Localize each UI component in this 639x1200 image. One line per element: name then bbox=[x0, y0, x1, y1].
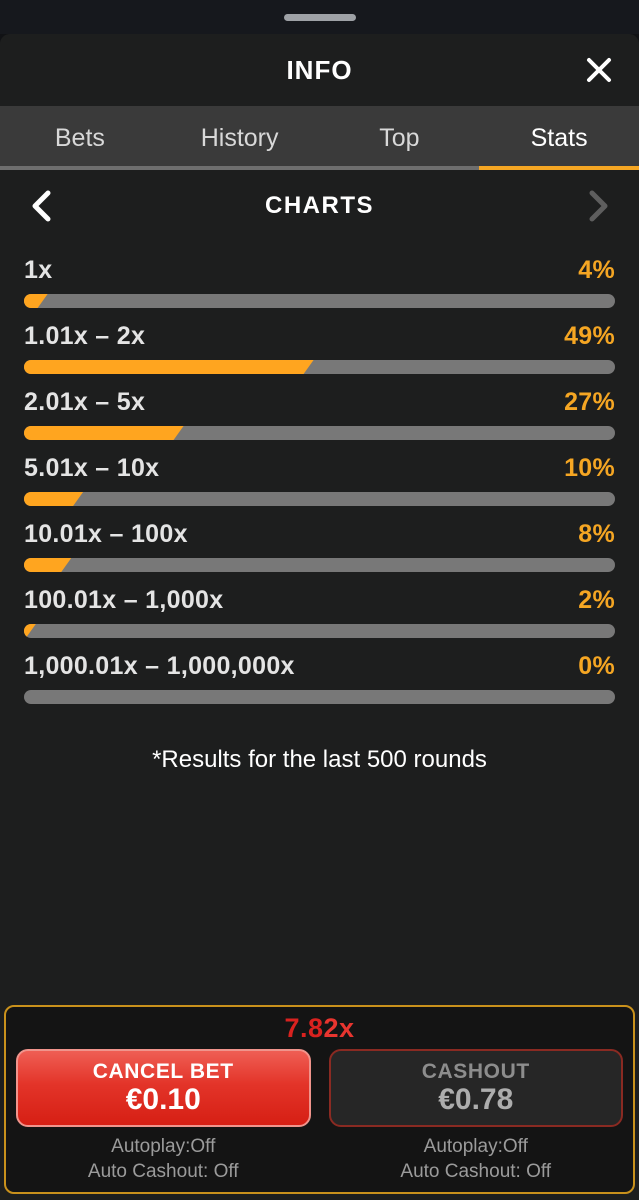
cancel-bet-label: CANCEL BET bbox=[92, 1060, 234, 1084]
bet-panel: 7.82x CANCEL BET €0.10 Autoplay:Off Auto… bbox=[4, 1004, 635, 1194]
stat-progress-track bbox=[24, 558, 615, 572]
stat-row: 10.01x – 100x 8% bbox=[24, 506, 615, 572]
stat-row-header: 2.01x – 5x 27% bbox=[24, 388, 615, 417]
stat-row-header: 5.01x – 10x 10% bbox=[24, 454, 615, 483]
stat-row-header: 1x 4% bbox=[24, 256, 615, 285]
stat-range-label: 5.01x – 10x bbox=[24, 454, 160, 482]
stats-bar-list: 1x 4% 1.01x – 2x 49% 2.01x – 5x 27% 5.01… bbox=[0, 242, 639, 704]
stat-row: 1,000.01x – 1,000,000x 0% bbox=[24, 638, 615, 704]
close-button[interactable] bbox=[579, 50, 619, 90]
tab-history[interactable]: History bbox=[159, 106, 320, 170]
bet-column-left: CANCEL BET €0.10 Autoplay:Off Auto Casho… bbox=[16, 1048, 311, 1184]
stat-row: 5.01x – 10x 10% bbox=[24, 440, 615, 506]
cancel-bet-button[interactable]: CANCEL BET €0.10 bbox=[16, 1048, 311, 1127]
stat-progress-fill bbox=[24, 492, 83, 506]
stat-progress-track bbox=[24, 492, 615, 506]
stat-row: 1x 4% bbox=[24, 242, 615, 308]
cashout-amount: €0.78 bbox=[438, 1083, 514, 1117]
drag-handle-icon[interactable] bbox=[283, 13, 356, 21]
tab-underline-active bbox=[479, 166, 639, 170]
stat-percent-value: 10% bbox=[564, 454, 615, 482]
stat-range-label: 100.01x – 1,000x bbox=[24, 586, 224, 614]
left-autoplay-status: Autoplay:Off bbox=[111, 1135, 216, 1157]
modal-header: INFO bbox=[0, 34, 639, 106]
tab-top[interactable]: Top bbox=[319, 106, 480, 170]
chevron-right-icon bbox=[589, 190, 608, 222]
charts-heading: CHARTS bbox=[265, 192, 374, 219]
tab-underline bbox=[159, 166, 320, 170]
tab-stats-label: Stats bbox=[530, 123, 588, 152]
cancel-bet-amount: €0.10 bbox=[125, 1083, 201, 1117]
cashout-label: CASHOUT bbox=[421, 1060, 530, 1084]
stat-range-label: 2.01x – 5x bbox=[24, 388, 146, 416]
tab-bets[interactable]: Bets bbox=[0, 106, 160, 170]
stat-percent-value: 49% bbox=[564, 322, 615, 350]
stat-progress-fill bbox=[24, 426, 184, 440]
stat-progress-fill bbox=[24, 294, 48, 308]
bet-columns: CANCEL BET €0.10 Autoplay:Off Auto Casho… bbox=[16, 1048, 623, 1184]
stat-percent-value: 0% bbox=[578, 652, 615, 680]
current-multiplier: 7.82x bbox=[16, 1013, 623, 1044]
charts-nav: CHARTS bbox=[0, 170, 639, 242]
stat-progress-fill bbox=[24, 624, 36, 638]
stat-percent-value: 2% bbox=[578, 586, 615, 614]
stats-panel: CHARTS 1x 4% 1.01x – 2x 49% 2.01x – 5x 2… bbox=[0, 170, 639, 1200]
charts-next-button[interactable] bbox=[575, 184, 619, 228]
left-auto-settings[interactable]: Autoplay:Off Auto Cashout: Off bbox=[88, 1134, 239, 1184]
cashout-button[interactable]: CASHOUT €0.78 bbox=[328, 1048, 623, 1127]
close-icon bbox=[587, 58, 611, 82]
stat-progress-track bbox=[24, 426, 615, 440]
results-footnote: *Results for the last 500 rounds bbox=[152, 746, 487, 773]
chevron-left-icon bbox=[32, 190, 51, 222]
stat-row-header: 10.01x – 100x 8% bbox=[24, 520, 615, 549]
stat-row-header: 1.01x – 2x 49% bbox=[24, 322, 615, 351]
stat-row-header: 100.01x – 1,000x 2% bbox=[24, 586, 615, 615]
stat-progress-track bbox=[24, 294, 615, 308]
right-auto-settings[interactable]: Autoplay:Off Auto Cashout: Off bbox=[400, 1134, 551, 1184]
stat-percent-value: 27% bbox=[564, 388, 615, 416]
stat-progress-track bbox=[24, 360, 615, 374]
stat-row: 100.01x – 1,000x 2% bbox=[24, 572, 615, 638]
bet-column-right: CASHOUT €0.78 Autoplay:Off Auto Cashout:… bbox=[328, 1048, 623, 1184]
tab-bar: Bets History Top Stats bbox=[0, 106, 639, 170]
tab-top-label: Top bbox=[379, 123, 420, 152]
stat-progress-fill bbox=[24, 558, 71, 572]
stat-row-header: 1,000.01x – 1,000,000x 0% bbox=[24, 652, 615, 681]
stat-range-label: 1x bbox=[24, 256, 53, 284]
multiplier-part-a: 7.8 bbox=[284, 1012, 324, 1043]
stat-progress-track bbox=[24, 624, 615, 638]
multiplier-part-b: 2x bbox=[323, 1012, 355, 1043]
stat-percent-value: 4% bbox=[578, 256, 615, 284]
stat-range-label: 1,000.01x – 1,000,000x bbox=[24, 652, 295, 680]
tab-bets-label: Bets bbox=[54, 123, 105, 152]
right-auto-cashout-status: Auto Cashout: Off bbox=[400, 1160, 552, 1182]
stat-range-label: 10.01x – 100x bbox=[24, 520, 188, 548]
left-auto-cashout-status: Auto Cashout: Off bbox=[87, 1160, 239, 1182]
stat-row: 1.01x – 2x 49% bbox=[24, 308, 615, 374]
stat-progress-track bbox=[24, 690, 615, 704]
tab-stats[interactable]: Stats bbox=[479, 106, 639, 170]
stat-percent-value: 8% bbox=[578, 520, 615, 548]
tab-underline bbox=[0, 166, 160, 170]
page-title: INFO bbox=[286, 54, 353, 85]
app-screen: INFO Bets History Top Stats CHARTS 1x 4%… bbox=[0, 0, 639, 1200]
right-autoplay-status: Autoplay:Off bbox=[423, 1135, 528, 1157]
stat-progress-fill bbox=[24, 360, 314, 374]
tab-underline bbox=[319, 166, 480, 170]
tab-history-label: History bbox=[200, 123, 279, 152]
stat-range-label: 1.01x – 2x bbox=[24, 322, 146, 350]
charts-prev-button[interactable] bbox=[20, 184, 64, 228]
drag-handle-area[interactable] bbox=[0, 0, 639, 34]
stat-row: 2.01x – 5x 27% bbox=[24, 374, 615, 440]
info-modal: INFO Bets History Top Stats CHARTS 1x 4%… bbox=[0, 34, 639, 1200]
